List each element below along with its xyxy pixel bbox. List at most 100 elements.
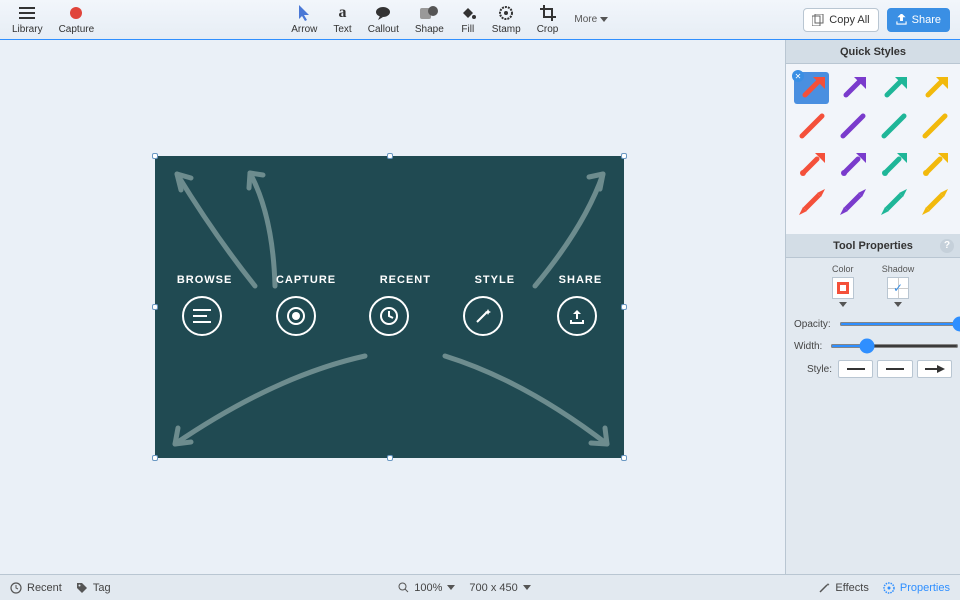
- help-icon[interactable]: ?: [940, 239, 954, 253]
- toolbar-item-label: Shape: [415, 24, 444, 35]
- quick-style-swatch[interactable]: [876, 148, 911, 180]
- toolbar: Library Capture Arrow a Text Callout: [0, 0, 960, 40]
- capture-button[interactable]: Capture: [57, 4, 97, 35]
- tool-properties-header: Tool Properties ?: [786, 234, 960, 258]
- resize-handle[interactable]: [621, 455, 627, 461]
- quick-style-swatch[interactable]: [835, 110, 870, 142]
- paint-bucket-icon: [460, 4, 476, 22]
- toolbar-center: Arrow a Text Callout Shape Fill: [289, 0, 610, 39]
- panel-title-label: Tool Properties: [833, 240, 913, 252]
- quick-style-swatch[interactable]: [794, 72, 829, 104]
- shadow-swatch[interactable]: ✓: [887, 277, 909, 299]
- effects-button[interactable]: Effects: [818, 582, 868, 594]
- tag-button[interactable]: Tag: [76, 582, 111, 594]
- card-icons: [155, 296, 624, 336]
- selection[interactable]: BROWSE CAPTURE RECENT STYLE SHARE: [155, 156, 624, 458]
- toolbar-item-label: Capture: [59, 24, 95, 35]
- wand-icon: [463, 296, 503, 336]
- color-shadow-row: Color Shadow ✓: [786, 258, 960, 307]
- status-label: Effects: [835, 582, 868, 594]
- resize-handle[interactable]: [152, 304, 158, 310]
- zoom-control[interactable]: 100%: [398, 582, 455, 594]
- color-swatch-group: Color: [832, 264, 854, 307]
- line-end-style[interactable]: [917, 360, 952, 378]
- tool-shape[interactable]: Shape: [413, 4, 446, 35]
- main-area: BROWSE CAPTURE RECENT STYLE SHARE: [0, 40, 960, 574]
- tool-crop[interactable]: Crop: [535, 4, 561, 35]
- card-label: CAPTURE: [276, 274, 336, 286]
- quick-styles-grid: [786, 64, 960, 234]
- search-icon: [398, 582, 409, 593]
- quick-style-swatch[interactable]: [876, 72, 911, 104]
- canvas-card[interactable]: BROWSE CAPTURE RECENT STYLE SHARE: [155, 156, 624, 458]
- dimensions-display[interactable]: 700 x 450: [469, 582, 530, 594]
- toolbar-left: Library Capture: [10, 0, 96, 39]
- property-label: Opacity:: [794, 319, 831, 330]
- tool-callout[interactable]: Callout: [366, 4, 401, 35]
- quick-style-swatch[interactable]: [835, 72, 870, 104]
- quick-styles-header: Quick Styles: [786, 40, 960, 64]
- recent-button[interactable]: Recent: [10, 582, 62, 594]
- line-dash-style[interactable]: [877, 360, 912, 378]
- card-label: RECENT: [380, 274, 431, 286]
- canvas[interactable]: BROWSE CAPTURE RECENT STYLE SHARE: [0, 40, 785, 574]
- tool-more[interactable]: More: [572, 14, 610, 25]
- swatch-label: Color: [832, 264, 854, 274]
- resize-handle[interactable]: [152, 153, 158, 159]
- quick-style-swatch[interactable]: [917, 148, 952, 180]
- upload-icon: [896, 14, 907, 25]
- tool-stamp[interactable]: Stamp: [490, 4, 523, 35]
- button-label: Share: [912, 14, 941, 26]
- crop-icon: [540, 4, 556, 22]
- line-start-style[interactable]: [838, 360, 873, 378]
- record-icon: [69, 4, 83, 22]
- quick-style-swatch[interactable]: [917, 110, 952, 142]
- resize-handle[interactable]: [152, 455, 158, 461]
- quick-style-swatch[interactable]: [835, 186, 870, 218]
- quick-style-swatch[interactable]: [794, 110, 829, 142]
- width-slider[interactable]: [830, 344, 959, 348]
- tool-text[interactable]: a Text: [331, 4, 353, 35]
- properties-button[interactable]: Properties: [883, 582, 950, 594]
- quick-style-swatch[interactable]: [835, 148, 870, 180]
- toolbar-item-label: Callout: [368, 24, 399, 35]
- upload-icon: [557, 296, 597, 336]
- status-label: Properties: [900, 582, 950, 594]
- clock-icon: [10, 582, 22, 594]
- quick-style-swatch[interactable]: [917, 186, 952, 218]
- color-swatch[interactable]: [832, 277, 854, 299]
- opacity-row: Opacity: 100%: [786, 313, 960, 335]
- style-selectors: [838, 360, 952, 378]
- resize-handle[interactable]: [621, 304, 627, 310]
- resize-handle[interactable]: [621, 153, 627, 159]
- quick-style-swatch[interactable]: [876, 186, 911, 218]
- sidebar: Quick Styles Tool Properties ? Color Sha…: [785, 40, 960, 574]
- property-label: Width:: [794, 341, 822, 352]
- menu-icon: [19, 4, 35, 22]
- toolbar-right: Copy All Share: [803, 0, 950, 39]
- library-button[interactable]: Library: [10, 4, 45, 35]
- shadow-swatch-group: Shadow ✓: [882, 264, 915, 307]
- record-circle-icon: [276, 296, 316, 336]
- status-label: Recent: [27, 582, 62, 594]
- toolbar-item-label: More: [574, 14, 597, 25]
- quick-style-swatch[interactable]: [917, 72, 952, 104]
- quick-style-swatch[interactable]: [876, 110, 911, 142]
- speech-bubble-icon: [375, 4, 391, 22]
- resize-handle[interactable]: [387, 153, 393, 159]
- toolbar-item-label: Crop: [537, 24, 559, 35]
- toolbar-item-label: Text: [333, 24, 351, 35]
- quick-style-swatch[interactable]: [794, 148, 829, 180]
- quick-style-swatch[interactable]: [794, 186, 829, 218]
- tool-arrow[interactable]: Arrow: [289, 4, 319, 35]
- copy-icon: [812, 14, 824, 26]
- copy-all-button[interactable]: Copy All: [803, 8, 878, 32]
- tool-fill[interactable]: Fill: [458, 4, 478, 35]
- dimensions-value: 700 x 450: [469, 582, 517, 594]
- toolbar-item-label: Arrow: [291, 24, 317, 35]
- resize-handle[interactable]: [387, 455, 393, 461]
- toolbar-item-label: Library: [12, 24, 43, 35]
- opacity-slider[interactable]: [839, 322, 960, 326]
- share-button[interactable]: Share: [887, 8, 950, 32]
- tag-icon: [76, 582, 88, 594]
